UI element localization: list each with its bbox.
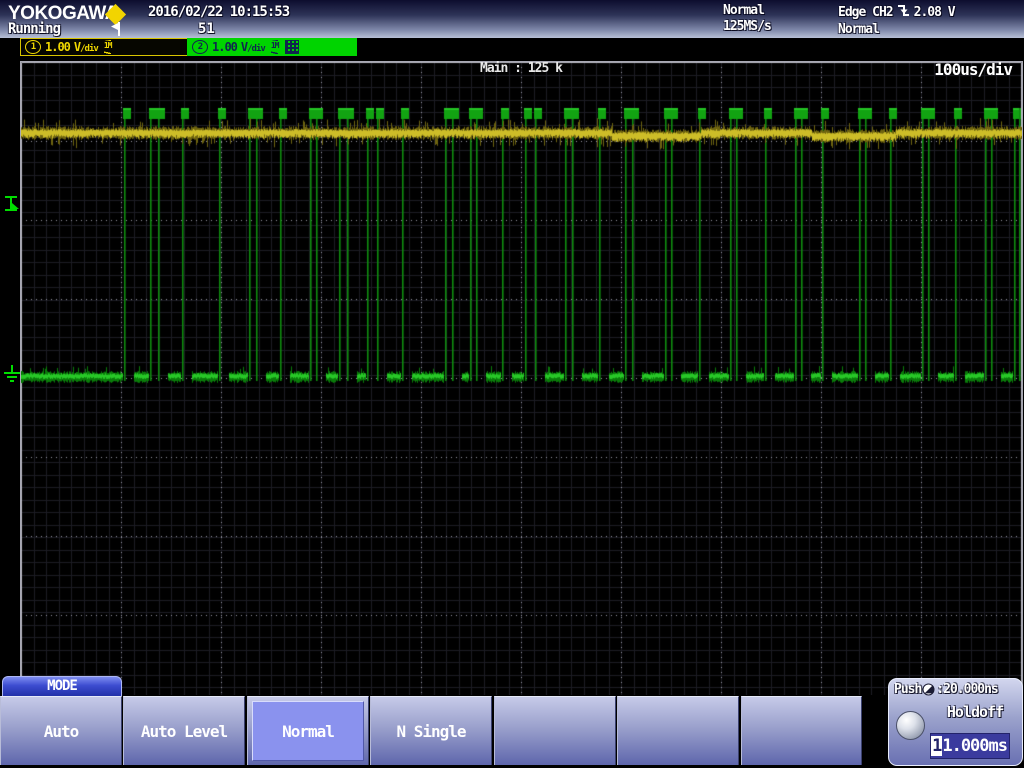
- record-length-label: Main : 125 k: [480, 61, 562, 76]
- trigger-info: Edge CH2 2.08 V Normal: [838, 3, 955, 38]
- trigger-mode: Normal: [838, 22, 955, 38]
- acquisition-info: Normal 125MS/s: [723, 3, 771, 35]
- trigger-level-icon: [2, 195, 21, 217]
- channel-badge-row: 1 1.00 V/div 1M 2 1.00 V/div 1M: [0, 38, 1024, 56]
- pattern-icon: [285, 40, 299, 54]
- trigger-count: 51: [198, 21, 215, 37]
- softkey-empty-1[interactable]: [494, 696, 616, 765]
- channel-2-badge[interactable]: 2 1.00 V/div 1M: [187, 38, 357, 56]
- falling-edge-icon: [897, 3, 910, 22]
- channel-1-badge[interactable]: 1 1.00 V/div 1M: [20, 38, 188, 56]
- header-bar: YOKOGAWA 2016/02/22 10:15:53 Running 51 …: [0, 0, 1024, 38]
- softkey-empty-2[interactable]: [617, 696, 739, 765]
- push-hint: Push :20.000ns: [894, 682, 998, 697]
- trigger-level: 2.08 V: [914, 5, 955, 21]
- acquisition-mode: Normal: [723, 3, 771, 19]
- knob-icon: [922, 683, 935, 696]
- mode-tab[interactable]: MODE: [2, 676, 122, 696]
- channel-2-number: 2: [192, 40, 208, 54]
- softkey-auto[interactable]: Auto: [0, 696, 122, 765]
- channel-2-scale: 1.00: [212, 40, 237, 54]
- waveform-canvas: [21, 62, 1022, 695]
- timebase-label: 100us/div: [934, 60, 1012, 79]
- digit-cursor: 1: [931, 736, 942, 756]
- trigger-source: Edge CH2: [838, 5, 893, 21]
- channel-1-unit: V/div: [74, 40, 98, 54]
- holdoff-title: Holdoff: [931, 703, 1019, 721]
- softkey-normal[interactable]: Normal: [247, 696, 369, 765]
- holdoff-panel: Push :20.000ns Holdoff 11.000ms: [888, 678, 1023, 766]
- holdoff-knob[interactable]: [896, 711, 925, 740]
- channel-2-unit: V/div: [241, 40, 265, 54]
- oscilloscope-screen: YOKOGAWA 2016/02/22 10:15:53 Running 51 …: [0, 0, 1024, 768]
- datetime-display: 2016/02/22 10:15:53: [148, 4, 289, 20]
- coupling-1m-icon: 1M: [271, 40, 279, 54]
- softkey-auto-level[interactable]: Auto Level: [123, 696, 245, 765]
- softkey-empty-3[interactable]: [741, 696, 862, 765]
- ground-icon: [2, 365, 22, 391]
- graticule-area: [20, 61, 1023, 695]
- channel-1-scale: 1.00: [45, 40, 70, 54]
- softkey-n-single[interactable]: N Single: [370, 696, 492, 765]
- channel-1-number: 1: [25, 40, 41, 54]
- sample-rate: 125MS/s: [723, 19, 771, 35]
- holdoff-value[interactable]: 11.000ms: [930, 733, 1010, 759]
- coupling-1m-icon: 1M: [104, 40, 112, 54]
- acquisition-status: Running: [8, 21, 60, 37]
